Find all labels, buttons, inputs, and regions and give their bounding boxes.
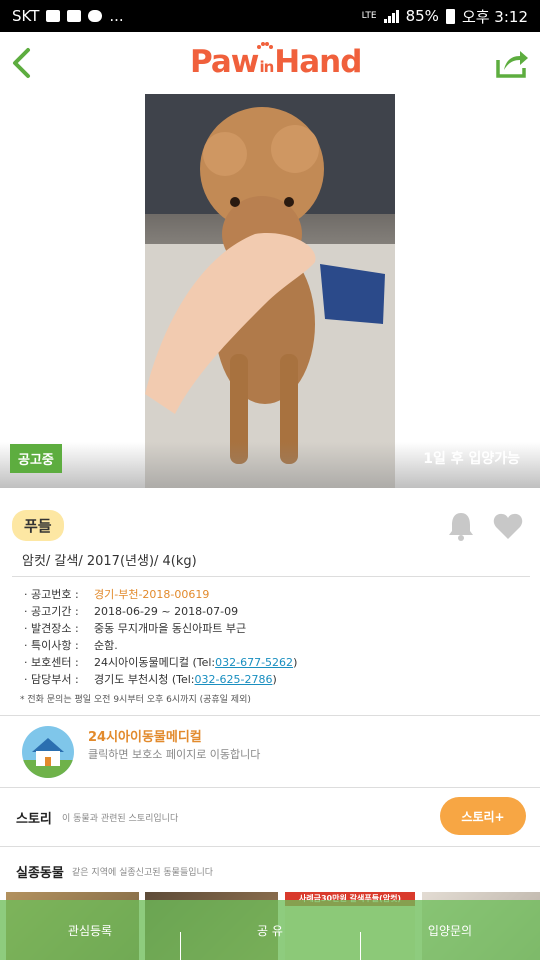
logo-text-in: in (259, 58, 274, 76)
carrier-label: SKT (12, 7, 40, 25)
detail-label: · 발견장소 : (24, 622, 79, 635)
paw-icon (257, 42, 273, 49)
detail-notice-number: · 공고번호 : 경기-부천-2018-00619 (24, 586, 297, 603)
shelter-house-icon (22, 726, 74, 778)
detail-label: · 특이사항 : (24, 639, 79, 652)
message-icon (67, 10, 82, 22)
detail-label: · 공고기간 : (24, 605, 79, 618)
battery-percent: 85% (405, 7, 439, 25)
detail-label: · 공고번호 : (24, 588, 79, 601)
notice-number-value: 경기-부천-2018-00619 (94, 588, 210, 601)
favorite-button[interactable] (492, 510, 524, 542)
cup-icon (88, 10, 103, 22)
clock: 오후 3:12 (461, 7, 528, 26)
detail-found-place: · 발견장소 : 중동 무지개마을 동신아파트 부근 (24, 620, 297, 637)
detail-notes: · 특이사항 : 순함. (24, 637, 297, 654)
logo-text-hand: Hand (274, 44, 362, 80)
chevron-left-icon (13, 48, 30, 78)
battery-icon (445, 8, 455, 24)
back-button[interactable] (8, 46, 38, 80)
department-value: 경기도 부천시청 (Tel: (94, 673, 195, 686)
gallery-icon (46, 10, 61, 22)
notice-period-value: 2018-06-29 ~ 2018-07-09 (94, 605, 239, 618)
missing-animals-title: 실종동물 (16, 866, 64, 881)
dog-photo-illustration (145, 94, 395, 488)
paren-close: ) (293, 656, 298, 669)
heart-icon (493, 513, 523, 539)
animal-summary: 암컷/ 갈색/ 2017(년생)/ 4(kg) (22, 554, 197, 569)
paren-close: ) (272, 673, 277, 686)
divider (0, 787, 540, 788)
bell-icon (449, 513, 473, 541)
department-phone-link[interactable]: 032-625-2786 (195, 671, 273, 688)
share-icon (496, 51, 528, 78)
call-hours-notice: * 전화 문의는 평일 오전 9시부터 오후 6시까지 (공휴일 제외) (20, 695, 251, 705)
status-bar: SKT ... LTE 85% 오후 3:12 (0, 0, 540, 32)
divider (0, 846, 540, 847)
share-button[interactable] (494, 46, 530, 80)
detail-department: · 담당부서 : 경기도 부천시청 (Tel: 032-625-2786) (24, 671, 297, 688)
animal-photo[interactable] (145, 94, 395, 488)
found-place-value: 중동 무지개마을 동신아파트 부근 (94, 622, 247, 635)
story-title: 스토리 (16, 812, 52, 827)
shelter-value: 24시아이동물메디컬 (Tel: (94, 656, 216, 669)
app-logo: Paw in Hand (190, 42, 362, 84)
detail-list: · 공고번호 : 경기-부천-2018-00619 · 공고기간 : 2018-… (24, 586, 297, 688)
more-notifications: ... (109, 7, 124, 25)
share-action-button[interactable]: 공 유 (180, 900, 360, 960)
adoption-availability: 1일 후 입양가능 (423, 451, 520, 467)
adoption-inquiry-button[interactable]: 입양문의 (360, 900, 540, 960)
breed-badge: 푸들 (12, 510, 64, 541)
missing-animals-description: 같은 지역에 실종신고된 동물들입니다 (72, 868, 214, 878)
story-description: 이 동물과 관련된 스토리입니다 (62, 814, 179, 824)
story-add-button[interactable]: 스토리+ (440, 797, 526, 835)
logo-text-paw: Paw (190, 44, 259, 80)
shelter-name: 24시아이동물메디컬 (88, 730, 202, 745)
shelter-phone-link[interactable]: 032-677-5262 (215, 654, 293, 671)
detail-shelter: · 보호센터 : 24시아이동물메디컬 (Tel: 032-677-5262) (24, 654, 297, 671)
detail-notice-period: · 공고기간 : 2018-06-29 ~ 2018-07-09 (24, 603, 297, 620)
status-badge: 공고중 (10, 444, 62, 473)
favorite-register-button[interactable]: 관심등록 (0, 900, 180, 960)
notification-button[interactable] (446, 510, 476, 542)
signal-icon (383, 9, 399, 23)
bottom-action-bar: 관심등록 공 유 입양문의 (0, 900, 540, 960)
shelter-description: 클릭하면 보호소 페이지로 이동합니다 (88, 748, 261, 761)
shelter-card[interactable]: 24시아이동물메디컬 클릭하면 보호소 페이지로 이동합니다 (0, 716, 540, 788)
notes-value: 순함. (94, 639, 118, 652)
app-header: Paw in Hand (0, 32, 540, 94)
detail-label: · 담당부서 : (24, 673, 79, 686)
detail-label: · 보호센터 : (24, 656, 79, 669)
network-label: LTE (361, 10, 377, 21)
divider (12, 576, 530, 577)
animal-photo-area: 공고중 1일 후 입양가능 (0, 94, 540, 488)
